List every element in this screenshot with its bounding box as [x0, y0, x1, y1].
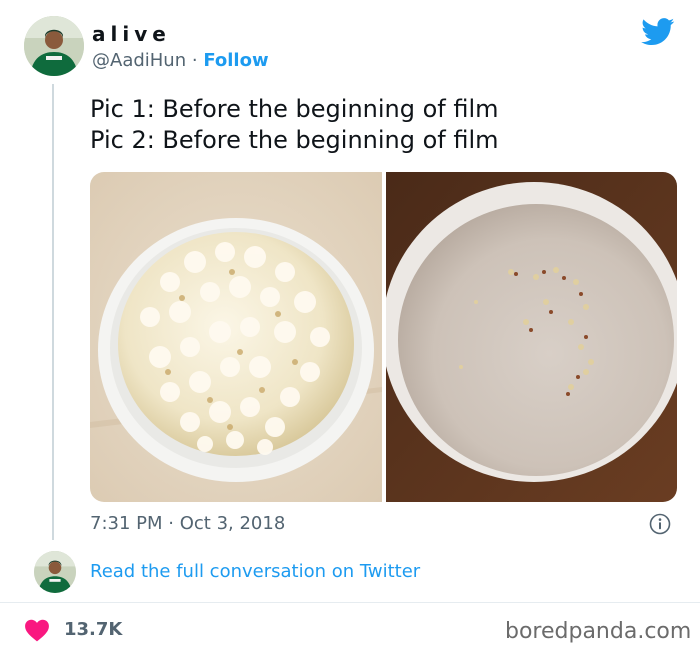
handle-separator: · — [191, 50, 198, 71]
watermark-text: boredpanda.com — [505, 619, 692, 644]
author-handle-row: @AadiHun · Follow — [92, 50, 269, 71]
tweet-timestamp[interactable]: 7:31 PM · Oct 3, 2018 — [90, 513, 285, 534]
tweet-time: 7:31 PM — [90, 513, 163, 534]
timestamp-separator: · — [168, 513, 174, 534]
tweet-line-2: Pic 2: Before the beginning of film — [90, 126, 499, 154]
read-full-conversation-link[interactable]: Read the full conversation on Twitter — [90, 561, 420, 582]
tweet-media[interactable] — [90, 172, 677, 502]
author-display-name[interactable]: alive — [92, 22, 171, 46]
tweet-text: Pic 1: Before the beginning of film Pic … — [90, 94, 499, 156]
heart-icon[interactable] — [24, 618, 50, 642]
author-handle[interactable]: @AadiHun — [92, 50, 186, 71]
info-icon[interactable] — [649, 513, 671, 535]
author-avatar-small[interactable] — [34, 551, 76, 593]
twitter-bird-icon[interactable] — [641, 18, 675, 46]
popcorn-full-bowl-photo[interactable] — [90, 172, 382, 502]
thread-connector-line — [52, 84, 54, 540]
author-avatar[interactable] — [24, 16, 84, 76]
follow-button[interactable]: Follow — [203, 50, 268, 71]
tweet-date: Oct 3, 2018 — [179, 513, 286, 534]
like-count[interactable]: 13.7K — [64, 619, 122, 640]
tweet-line-1: Pic 1: Before the beginning of film — [90, 95, 499, 123]
empty-bowl-photo[interactable] — [382, 172, 677, 502]
footer-divider — [0, 602, 700, 603]
